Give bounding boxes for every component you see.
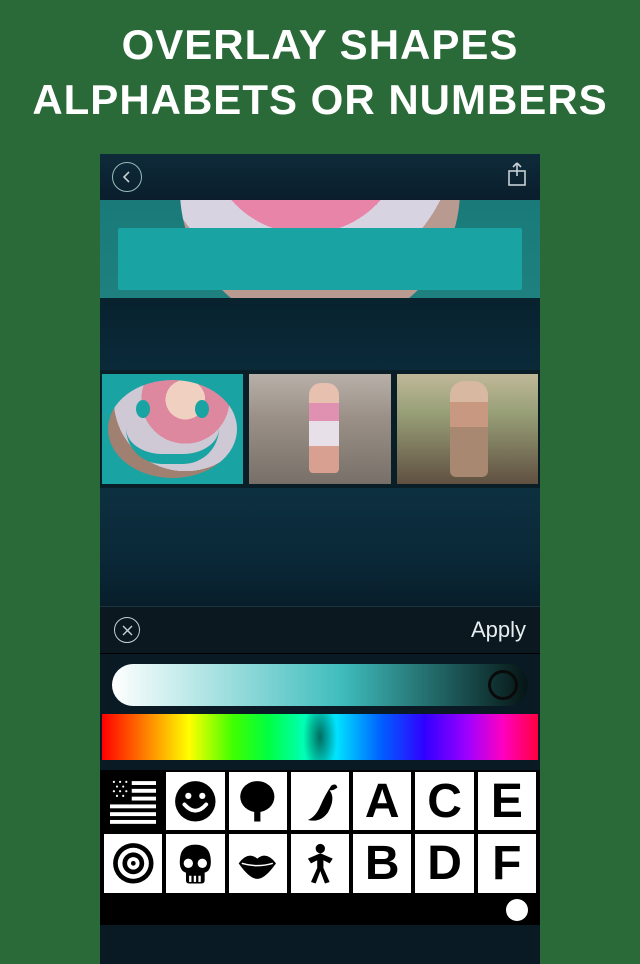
share-icon [506,162,528,188]
promo-line-1: OVERLAY SHAPES [20,18,620,73]
canvas-background-lower [100,488,540,606]
promo-headline: OVERLAY SHAPES ALPHABETS OR NUMBERS [0,0,640,127]
hue-slider[interactable] [102,714,538,760]
letter-c[interactable]: C [415,772,473,830]
thumb-photo-2[interactable] [249,374,390,484]
letter-e[interactable]: E [478,772,536,830]
thumbnail-strip[interactable] [100,370,540,488]
target-icon[interactable] [104,834,162,892]
sticker-row-2: B D F [102,832,538,894]
color-panel-header: Apply [100,606,540,654]
preview-overlay-bar [118,228,522,290]
apply-button[interactable]: Apply [471,617,526,643]
smiley-icon[interactable] [166,772,224,830]
app-screenshot: Apply [100,154,540,964]
tree-icon[interactable] [229,772,287,830]
sticker-grid: A C E B D [100,770,540,895]
saturation-slider[interactable] [112,664,528,706]
chili-icon[interactable] [291,772,349,830]
letter-f[interactable]: F [478,834,536,892]
skull-icon[interactable] [166,834,224,892]
letter-a[interactable]: A [353,772,411,830]
saturation-knob[interactable] [488,670,518,700]
sticker-row-1: A C E [102,770,538,832]
close-panel-button[interactable] [114,617,140,643]
top-bar [100,154,540,200]
flag-us-icon[interactable] [104,772,162,830]
lips-icon[interactable] [229,834,287,892]
share-button[interactable] [506,162,528,193]
canvas-background [100,298,540,370]
preview-canvas[interactable] [100,200,540,298]
thumb-photo-3[interactable] [397,374,538,484]
letter-b[interactable]: B [353,834,411,892]
thumb-smiley-overlay[interactable] [102,374,243,484]
opacity-row[interactable] [100,895,540,925]
chevron-left-icon [121,171,133,183]
close-icon [122,625,133,636]
letter-d[interactable]: D [415,834,473,892]
promo-line-2: ALPHABETS OR NUMBERS [20,73,620,128]
back-button[interactable] [112,162,142,192]
person-icon[interactable] [291,834,349,892]
opacity-slider-knob[interactable] [506,899,528,921]
